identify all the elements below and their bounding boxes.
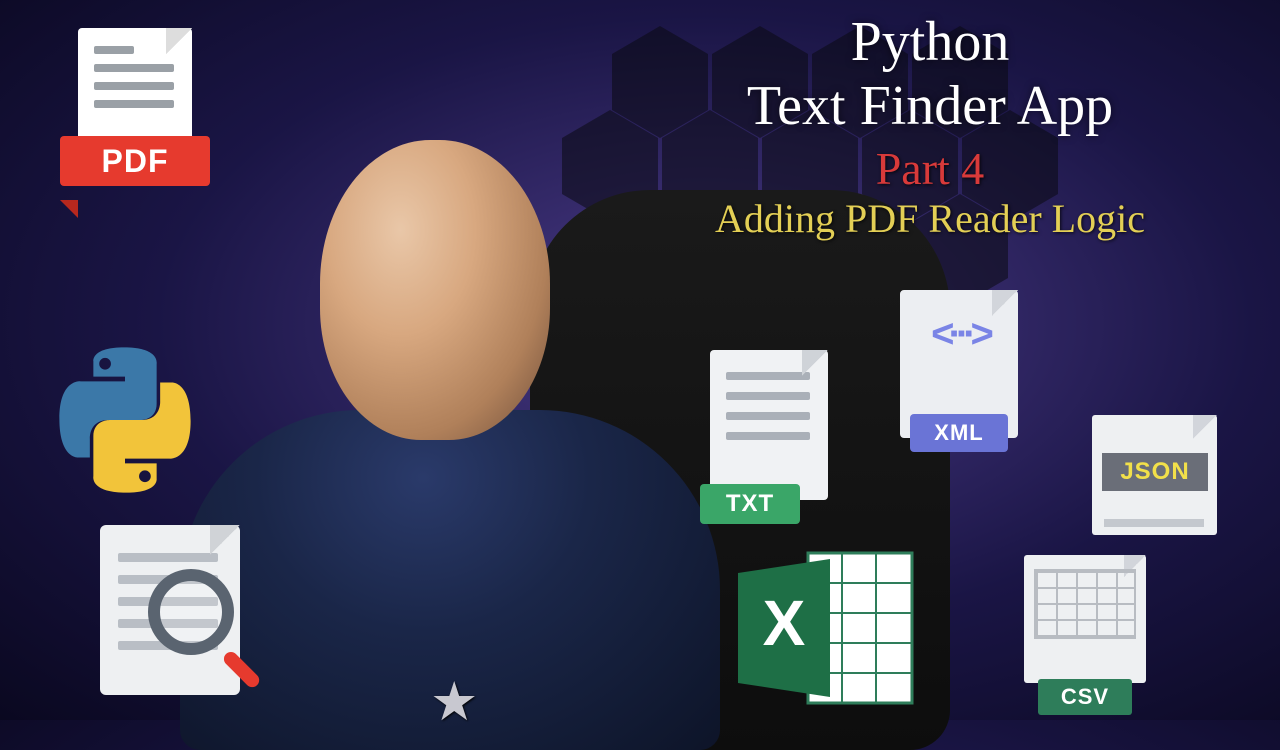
svg-text:X: X — [763, 587, 806, 659]
shirt-star-logo: ★ — [430, 670, 478, 733]
json-label: JSON — [1102, 453, 1208, 491]
title-part: Part 4 — [620, 143, 1240, 196]
xml-file-icon: <···> XML — [892, 290, 1027, 460]
thumbnail-title: Python Text Finder App Part 4 Adding PDF… — [620, 10, 1240, 242]
search-document-icon — [100, 525, 260, 705]
txt-file-icon: TXT — [700, 350, 840, 530]
json-file-icon: JSON — [1080, 415, 1230, 545]
title-line-2: Text Finder App — [620, 74, 1240, 138]
pdf-label: PDF — [60, 136, 210, 186]
pdf-file-icon: PDF — [60, 28, 210, 218]
txt-label: TXT — [700, 484, 800, 524]
title-line-1: Python — [620, 10, 1240, 74]
python-logo-icon — [50, 345, 200, 495]
csv-file-icon: CSV — [1010, 555, 1160, 715]
xml-code-glyph: <···> — [892, 312, 1027, 357]
xml-label: XML — [910, 414, 1008, 452]
magnifying-glass-icon — [148, 569, 234, 655]
head — [320, 140, 550, 440]
title-subtitle: Adding PDF Reader Logic — [620, 196, 1240, 242]
excel-file-icon: X — [730, 545, 920, 710]
csv-label: CSV — [1038, 679, 1132, 715]
